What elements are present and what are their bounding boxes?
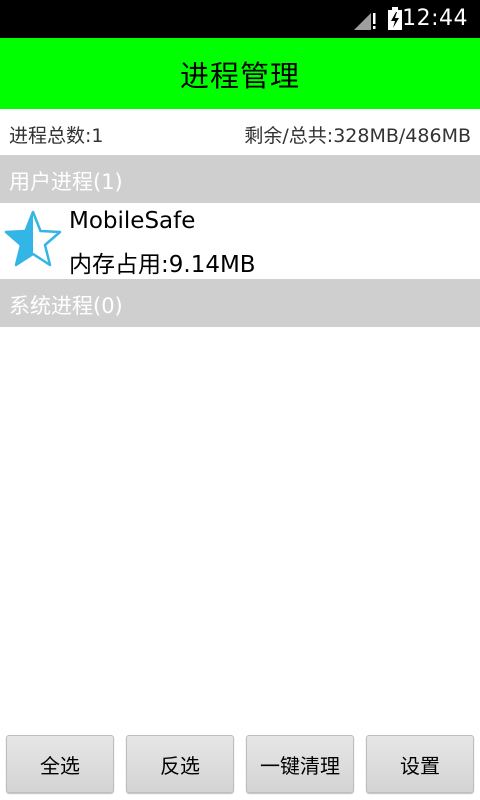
select-all-button[interactable]: 全选 [6,735,114,793]
process-summary: 进程总数:1 剩余/总共:328MB/486MB [0,109,480,155]
bottom-button-bar: 全选 反选 一键清理 设置 [0,730,480,800]
signal-icon [354,13,376,30]
process-memory: 内存占用:9.14MB [69,252,256,278]
user-process-label: 用户进程(1) [9,170,123,194]
process-manager-screen: 12:44 进程管理 进程总数:1 剩余/总共:328MB/486MB 用户进程… [0,0,480,800]
process-count-text: 进程总数:1 [9,125,104,147]
battery-charging-icon [388,7,402,30]
user-process-header: 用户进程(1) [0,155,480,203]
title-bar: 进程管理 [0,38,480,109]
invert-selection-button[interactable]: 反选 [126,735,234,793]
status-bar: 12:44 [0,0,480,38]
settings-button[interactable]: 设置 [366,735,474,793]
page-title: 进程管理 [179,58,300,93]
system-process-header: 系统进程(0) [0,279,480,327]
system-process-label: 系统进程(0) [9,294,123,318]
process-list-item[interactable]: MobileSafe 内存占用:9.14MB [0,203,480,279]
status-clock: 12:44 [402,6,468,31]
process-name: MobileSafe [69,208,196,234]
memory-summary-text: 剩余/总共:328MB/486MB [244,125,471,147]
one-click-clean-button[interactable]: 一键清理 [246,735,354,793]
star-icon [4,210,62,267]
